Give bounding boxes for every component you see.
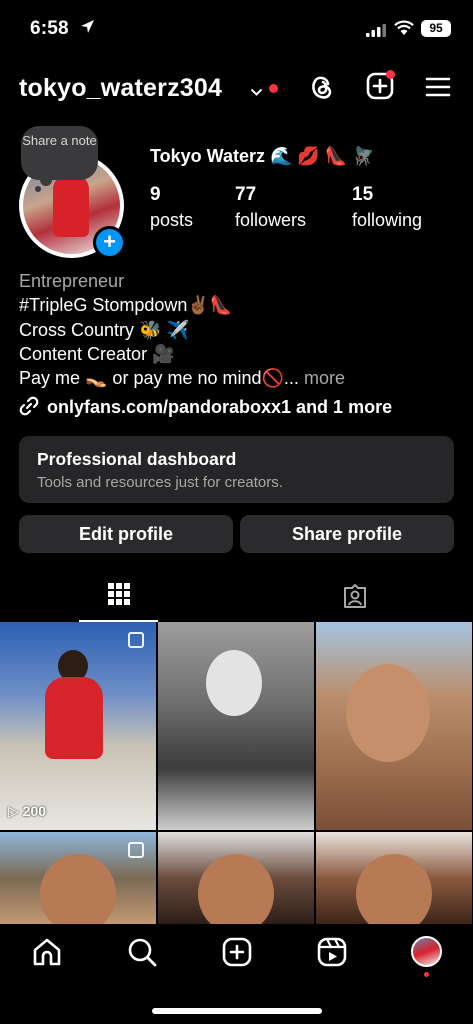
post-thumbnail[interactable]: ▷ 200 xyxy=(0,622,156,830)
display-name: Tokyo Waterz 🌊 💋 👠 🪰 xyxy=(150,146,375,166)
bio-link-text: onlyfans.com/pandoraboxx1 and 1 more xyxy=(47,397,393,417)
grid-icon xyxy=(108,583,130,605)
post-image-face xyxy=(356,854,432,924)
post-image-face xyxy=(206,650,262,716)
wifi-icon xyxy=(394,20,414,41)
view-count: ▷ 200 xyxy=(8,803,47,819)
threads-icon[interactable] xyxy=(308,72,336,107)
post-thumbnail[interactable] xyxy=(316,832,472,924)
profile-screen: { "status_bar": { "time": "6:58", "batte… xyxy=(0,0,473,1024)
post-image-figure xyxy=(45,677,103,759)
tab-posts-grid[interactable] xyxy=(0,570,236,622)
post-thumbnail[interactable] xyxy=(158,622,314,830)
home-icon[interactable] xyxy=(31,936,63,973)
create-notification-dot xyxy=(386,70,395,79)
dashboard-subtitle: Tools and resources just for creators. xyxy=(37,474,283,491)
add-story-icon[interactable]: + xyxy=(93,226,126,259)
location-arrow-icon xyxy=(80,19,95,39)
bio-link[interactable]: onlyfans.com/pandoraboxx1 and 1 more xyxy=(19,396,392,418)
bio-more-link[interactable]: more xyxy=(304,368,345,388)
bio-line-3: Content Creator 🎥 xyxy=(19,343,175,364)
username-switcher[interactable]: tokyo_waterz304 xyxy=(19,74,222,103)
following-label: following xyxy=(352,210,423,230)
posts-stat[interactable]: 9 posts xyxy=(150,184,193,231)
status-bar: 6:58 95 xyxy=(0,0,473,56)
profile-header: tokyo_waterz304 xyxy=(0,62,473,114)
post-image-face xyxy=(40,854,116,924)
hashtag-link[interactable]: #TripleG xyxy=(19,295,87,315)
notification-dot xyxy=(269,84,278,93)
search-icon[interactable] xyxy=(126,936,158,973)
battery-icon: 95 xyxy=(421,20,451,37)
following-count: 15 xyxy=(352,184,374,205)
profile-notification-dot xyxy=(424,972,429,977)
carousel-icon xyxy=(128,842,144,858)
bio-line-4-text: Pay me 👡 or pay me no mind🚫... xyxy=(19,368,299,389)
posts-grid: ▷ 200 xyxy=(0,622,473,924)
bio-line-1: #TripleG Stompdown✌🏾👠 xyxy=(19,293,459,317)
edit-profile-button[interactable]: Edit profile xyxy=(19,515,233,553)
status-time: 6:58 xyxy=(30,18,69,39)
post-thumbnail[interactable] xyxy=(158,832,314,924)
bio-line-4: Pay me 👡 or pay me no mind🚫... more xyxy=(19,366,459,390)
bio-line-2: Cross Country 🐝 ✈️ xyxy=(19,319,189,340)
share-note-bubble[interactable]: Share a note xyxy=(21,126,98,180)
hamburger-menu-icon[interactable] xyxy=(425,76,451,103)
reels-icon[interactable] xyxy=(316,936,348,973)
carousel-icon xyxy=(128,632,144,648)
profile-avatar-icon[interactable] xyxy=(411,936,442,967)
note-bubble-tail-small xyxy=(35,186,41,192)
post-image-face xyxy=(198,854,274,924)
post-thumbnail[interactable] xyxy=(0,832,156,924)
posts-label: posts xyxy=(150,210,194,230)
home-indicator xyxy=(152,1008,322,1014)
post-image-face xyxy=(346,664,430,762)
bio-category: Entrepreneur xyxy=(19,271,125,291)
followers-label: followers xyxy=(235,210,307,230)
following-stat[interactable]: 15 following xyxy=(352,184,422,231)
link-icon xyxy=(19,396,39,416)
avatar-image-figure xyxy=(53,175,89,237)
cellular-signal-icon xyxy=(366,24,386,42)
profile-tabs xyxy=(0,570,473,622)
followers-count: 77 xyxy=(235,184,257,205)
professional-dashboard-card[interactable]: Professional dashboard Tools and resourc… xyxy=(19,436,454,503)
posts-count: 9 xyxy=(150,184,161,205)
view-count-value: 200 xyxy=(22,803,47,819)
followers-stat[interactable]: 77 followers xyxy=(235,184,306,231)
bio-line-1-text: Stompdown✌🏾👠 xyxy=(87,295,233,316)
tagged-person-icon xyxy=(344,584,366,608)
tab-tagged[interactable] xyxy=(237,570,473,622)
chevron-down-icon[interactable] xyxy=(250,84,263,102)
post-thumbnail[interactable] xyxy=(316,622,472,830)
dashboard-title: Professional dashboard xyxy=(37,449,237,469)
share-profile-button[interactable]: Share profile xyxy=(240,515,454,553)
new-post-icon[interactable] xyxy=(221,936,253,973)
bio: Entrepreneur #TripleG Stompdown✌🏾👠 Cross… xyxy=(19,269,459,390)
